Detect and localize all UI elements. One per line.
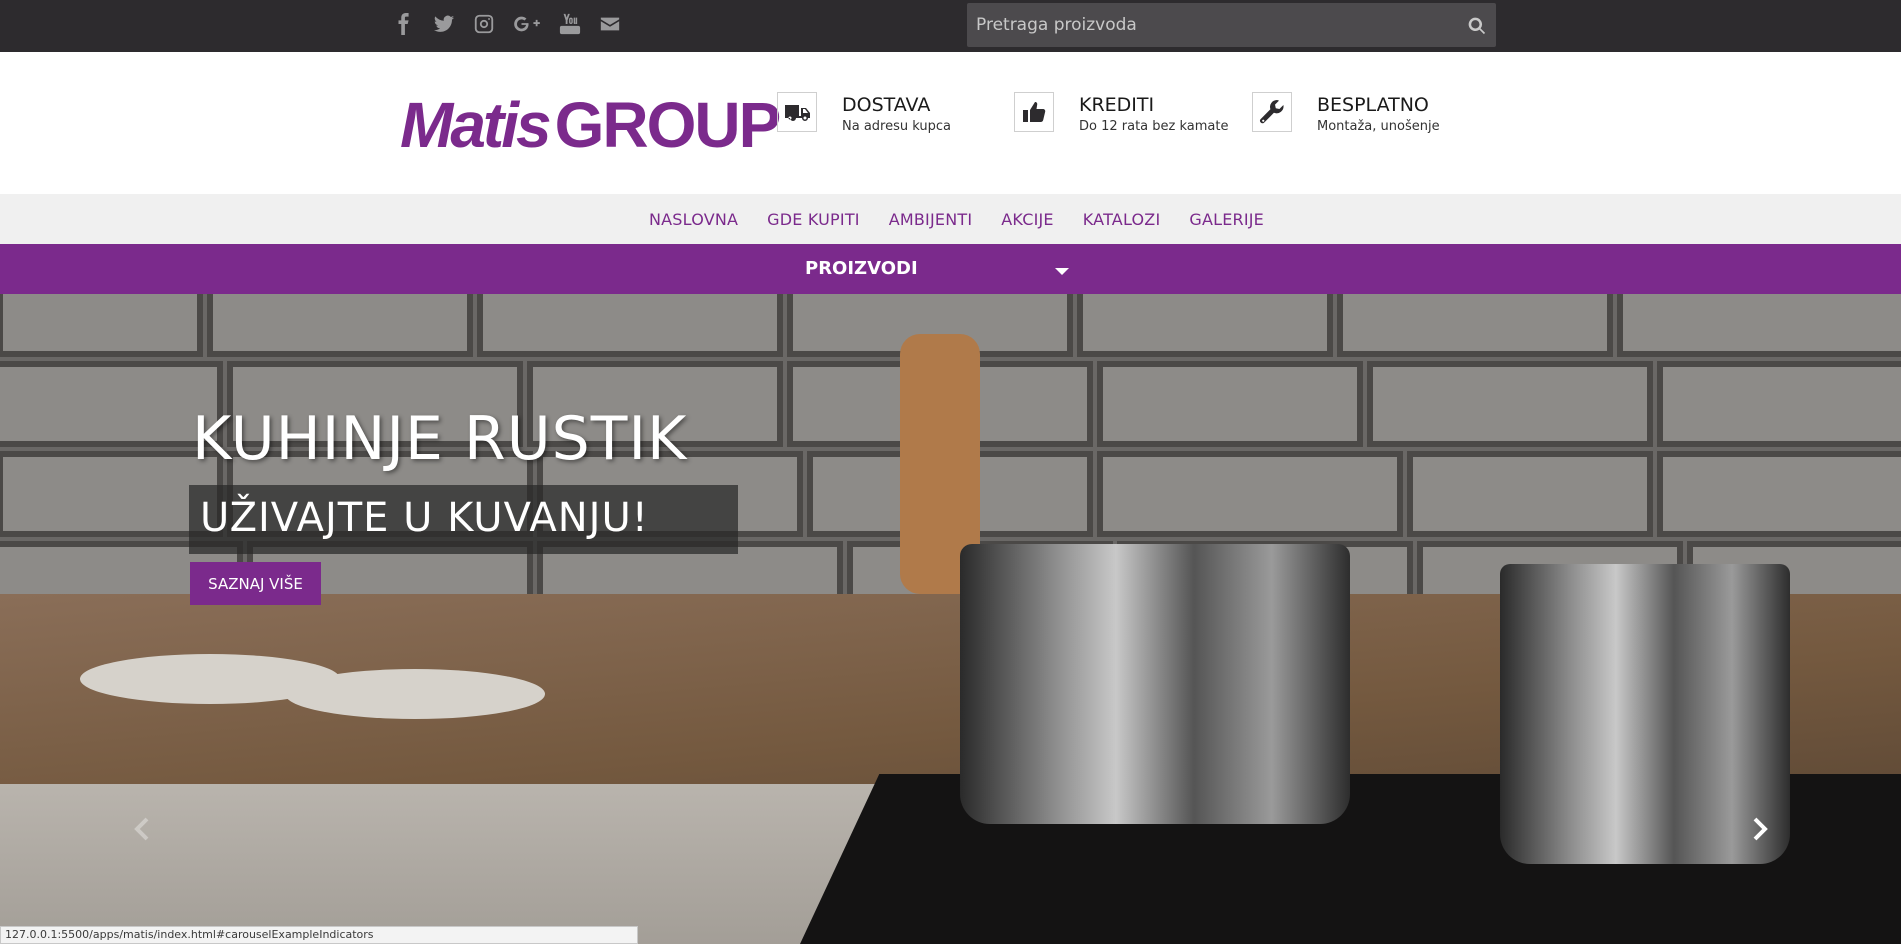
- learn-more-button[interactable]: SAZNAJ VIŠE: [190, 562, 321, 605]
- feature-delivery: DOSTAVA Na adresu kupca: [777, 92, 951, 134]
- hero-subtitle: UŽIVAJTE U KUVANJU!: [200, 495, 649, 541]
- chevron-left-icon[interactable]: [130, 814, 154, 844]
- site-logo[interactable]: Matis GROUP: [400, 89, 781, 162]
- products-label: PROIZVODI: [805, 258, 918, 279]
- search-box: [967, 3, 1496, 47]
- hero-title: KUHINJE RUSTIK: [192, 404, 688, 474]
- plate-image: [285, 669, 545, 719]
- pot-image: [1500, 564, 1790, 864]
- search-icon[interactable]: [1464, 13, 1490, 39]
- thumbs-up-icon: [1014, 92, 1054, 132]
- nav-item-galerije[interactable]: GALERIJE: [1189, 210, 1264, 229]
- feature-credit-text: KREDITI Do 12 rata bez kamate: [1079, 92, 1228, 134]
- feature-title: KREDITI: [1079, 94, 1155, 116]
- browser-status-url: 127.0.0.1:5500/apps/matis/index.html#car…: [0, 926, 638, 944]
- logo-text-group: GROUP: [554, 89, 782, 161]
- feature-title: DOSTAVA: [842, 94, 931, 116]
- hero-carousel: KUHINJE RUSTIK UŽIVAJTE U KUVANJU! SAZNA…: [0, 294, 1901, 944]
- products-dropdown[interactable]: PROIZVODI: [0, 244, 1901, 294]
- feature-delivery-text: DOSTAVA Na adresu kupca: [842, 92, 951, 134]
- top-bar: [0, 0, 1901, 52]
- instagram-icon[interactable]: [472, 12, 496, 36]
- site-header: Matis GROUP DOSTAVA Na adresu kupca KRED…: [0, 52, 1901, 194]
- search-input[interactable]: [967, 3, 1447, 47]
- main-nav: NASLOVNA GDE KUPITI AMBIJENTI AKCIJE KAT…: [0, 194, 1901, 244]
- envelope-icon[interactable]: [598, 12, 622, 36]
- feature-credit: KREDITI Do 12 rata bez kamate: [1014, 92, 1228, 134]
- feature-subtitle: Montaža, unošenje: [1317, 119, 1440, 134]
- facebook-icon[interactable]: [392, 12, 416, 36]
- wrench-icon: [1252, 92, 1292, 132]
- feature-free: BESPLATNO Montaža, unošenje: [1252, 92, 1440, 134]
- feature-free-text: BESPLATNO Montaža, unošenje: [1317, 92, 1440, 134]
- twitter-icon[interactable]: [432, 12, 456, 36]
- logo-text-matis: Matis: [400, 89, 552, 161]
- nav-item-gde-kupiti[interactable]: GDE KUPITI: [767, 210, 860, 229]
- feature-subtitle: Do 12 rata bez kamate: [1079, 119, 1229, 134]
- nav-item-akcije[interactable]: AKCIJE: [1001, 210, 1053, 229]
- google-plus-icon[interactable]: [512, 12, 542, 36]
- feature-subtitle: Na adresu kupca: [842, 119, 951, 134]
- pot-image: [960, 544, 1350, 824]
- social-links: [392, 12, 622, 36]
- caret-down-icon: [1055, 268, 1069, 275]
- nav-item-katalozi[interactable]: KATALOZI: [1083, 210, 1161, 229]
- nav-item-naslovna[interactable]: NASLOVNA: [649, 210, 738, 229]
- nav-item-ambijenti[interactable]: AMBIJENTI: [889, 210, 973, 229]
- youtube-icon[interactable]: [558, 12, 582, 36]
- feature-title: BESPLATNO: [1317, 94, 1429, 116]
- truck-icon: [777, 92, 817, 132]
- chevron-right-icon[interactable]: [1748, 814, 1772, 844]
